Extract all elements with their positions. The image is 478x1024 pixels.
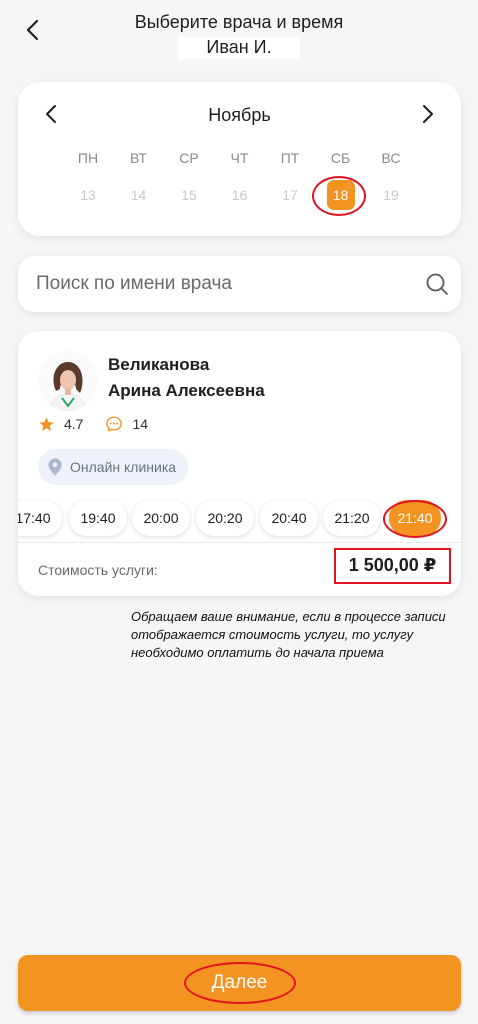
weekday-sun: ВС: [381, 150, 401, 166]
page-title: Выберите врача и время: [134, 12, 344, 32]
search-bar: [18, 256, 461, 312]
time-slot-selected[interactable]: 21:40: [389, 500, 441, 536]
weekday-thu: ЧТ: [230, 150, 249, 166]
calendar-month: Ноябрь: [208, 105, 271, 125]
date-cell-selected[interactable]: 18: [318, 178, 364, 212]
chevron-right-icon[interactable]: [417, 104, 437, 124]
price-value: 1 500,00 ₽: [334, 548, 451, 584]
location-pin-icon: [48, 458, 62, 476]
header: Выберите врача и время Иван И.: [0, 0, 478, 70]
date-cell[interactable]: 16: [217, 178, 263, 212]
doctor-photo-icon: [38, 351, 98, 411]
weekday-wed: СР: [179, 150, 199, 166]
calendar-card: Ноябрь ПН ВТ СР ЧТ ПТ СБ ВС 13 14 15 16 …: [18, 82, 461, 236]
search-icon[interactable]: [425, 272, 449, 296]
star-icon: [39, 416, 54, 431]
cost-label: Стоимость услуги:: [38, 562, 158, 578]
date-cell[interactable]: 14: [116, 178, 162, 212]
rating-value: 4.7: [64, 416, 84, 432]
time-slots: 17:40 19:40 20:00 20:20 20:40 21:20 21:4…: [18, 499, 461, 539]
weekday-fri: ПТ: [280, 150, 300, 166]
doctor-first-names: Арина Алексеевна: [108, 381, 265, 400]
time-slot[interactable]: 17:40: [18, 500, 62, 536]
calendar-dates: 13 14 15 16 17 18 19: [65, 178, 414, 212]
patient-name: Иван И.: [0, 37, 478, 59]
doctor-name: Великанова Арина Алексеевна: [108, 352, 265, 404]
doctor-avatar: [38, 351, 98, 411]
divider: [18, 542, 461, 543]
clinic-label: Онлайн клиника: [70, 459, 177, 475]
date-cell[interactable]: 15: [166, 178, 212, 212]
time-slot[interactable]: 20:00: [132, 500, 190, 536]
weekday-tue: ВТ: [130, 150, 147, 166]
search-input[interactable]: [36, 256, 416, 312]
date-cell[interactable]: 13: [65, 178, 111, 212]
next-button[interactable]: Далее: [18, 955, 461, 1011]
time-slot[interactable]: 19:40: [69, 500, 127, 536]
weekday-mon: ПН: [77, 150, 99, 166]
time-slot[interactable]: 20:20: [196, 500, 254, 536]
payment-note: Обращаем ваше внимание, если в процессе …: [131, 609, 446, 660]
date-cell[interactable]: 19: [368, 178, 414, 212]
clinic-badge: Онлайн клиника: [38, 449, 189, 485]
time-slot[interactable]: 20:40: [260, 500, 318, 536]
reviews-count: 14: [132, 416, 149, 432]
comment-icon: [106, 416, 123, 432]
time-slot[interactable]: 21:20: [323, 500, 381, 536]
weekday-sat: СБ: [330, 150, 351, 166]
doctor-card[interactable]: Великанова Арина Алексеевна 4.7 14 Онлай…: [18, 331, 461, 596]
calendar-weekdays: ПН ВТ СР ЧТ ПТ СБ ВС: [65, 150, 414, 166]
doctor-last-name: Великанова: [108, 355, 210, 374]
rating-row: 4.7 14: [38, 415, 148, 433]
patient-name-text: Иван И.: [178, 37, 300, 59]
date-cell[interactable]: 17: [267, 178, 313, 212]
